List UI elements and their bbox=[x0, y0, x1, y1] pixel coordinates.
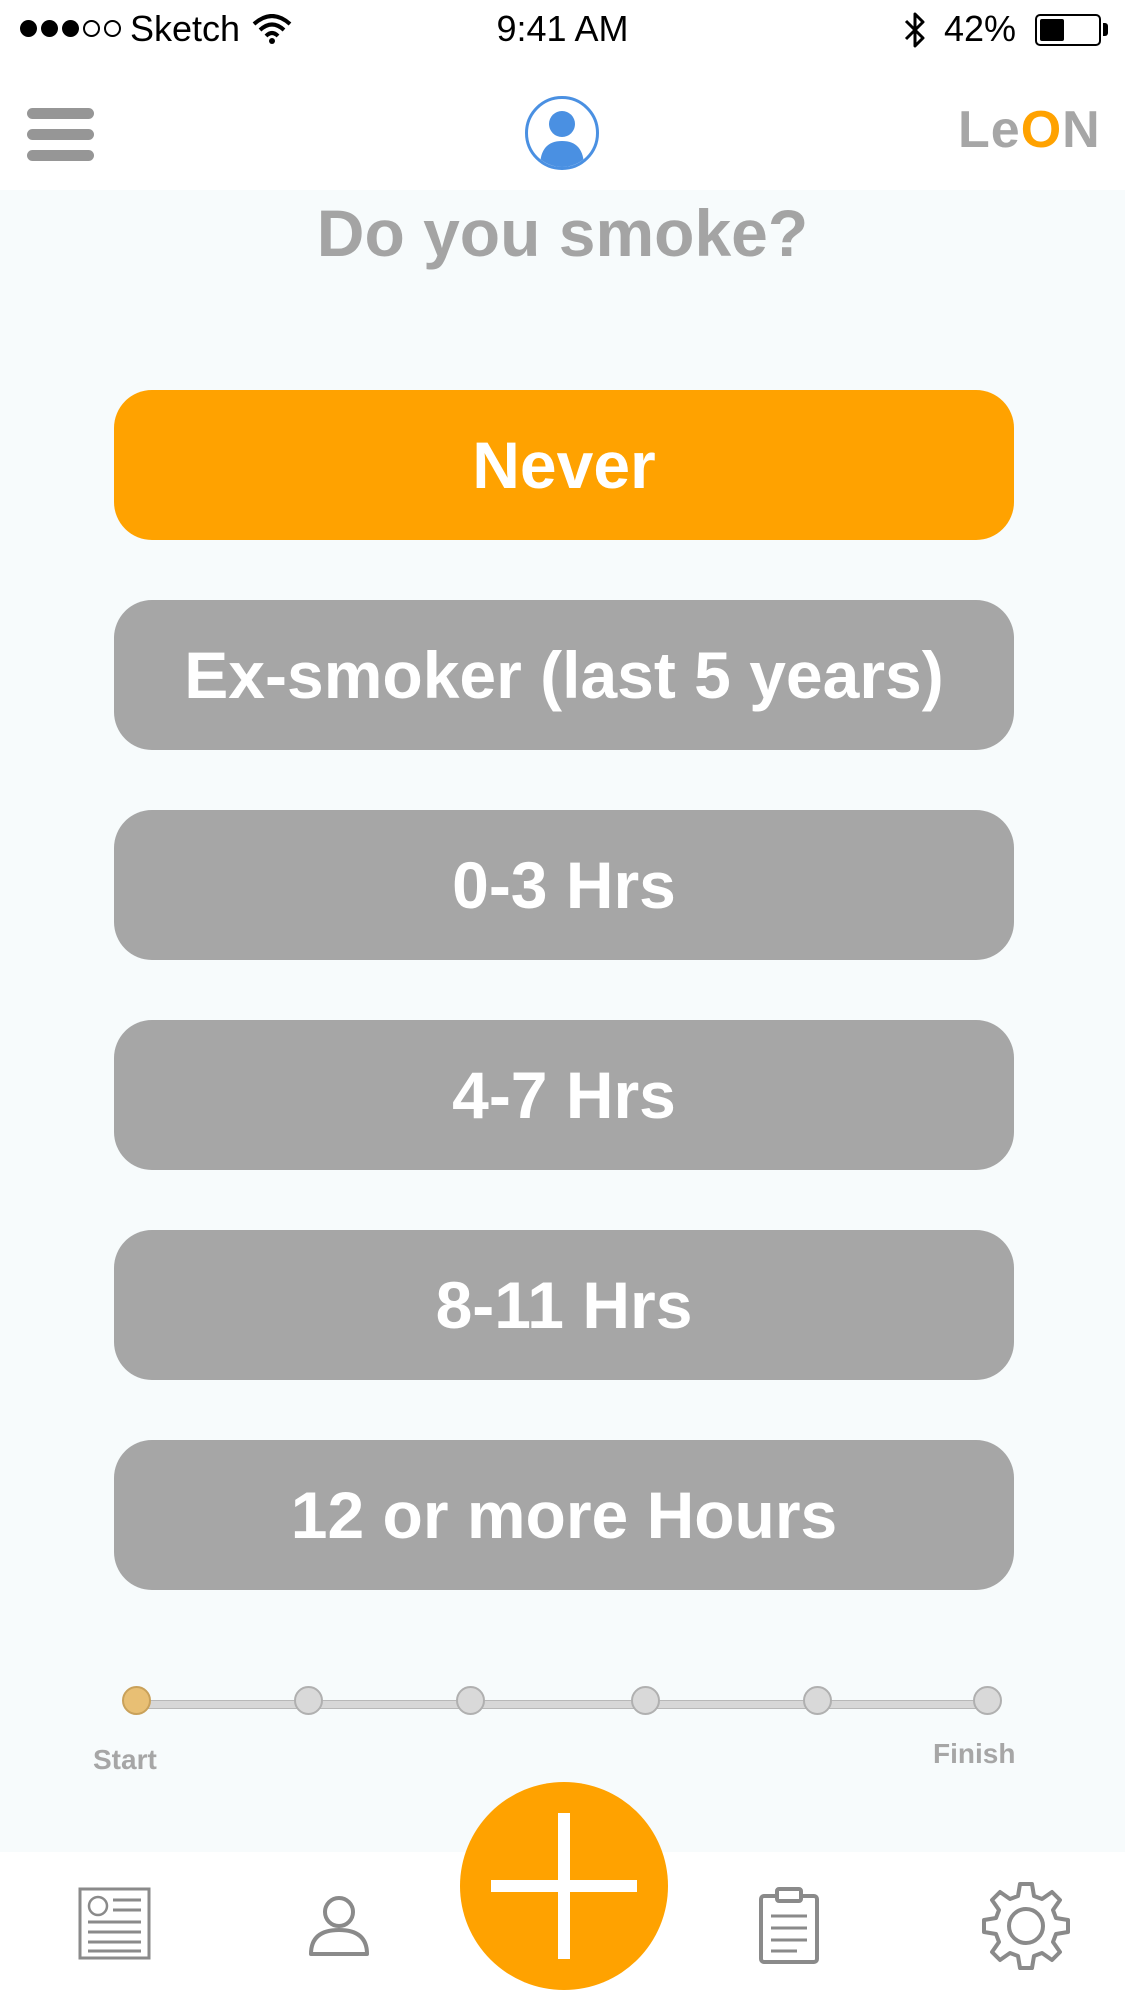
menu-icon[interactable] bbox=[27, 108, 94, 162]
battery-cap bbox=[1103, 23, 1108, 36]
battery-icon bbox=[1035, 14, 1101, 46]
gear-icon[interactable] bbox=[980, 1880, 1072, 1972]
add-button[interactable] bbox=[460, 1782, 668, 1990]
status-bar: Sketch 9:41 AM 42% bbox=[0, 0, 1125, 60]
progress-step-6 bbox=[973, 1686, 1002, 1715]
nav-bar: LeON bbox=[0, 60, 1125, 190]
progress-step-5 bbox=[803, 1686, 832, 1715]
option-label: 12 or more Hours bbox=[290, 1478, 838, 1552]
option-8-11-hrs-button[interactable]: 8-11 Hrs bbox=[114, 1230, 1014, 1380]
battery-percentage: 42% bbox=[944, 8, 1017, 49]
option-4-7-hrs-button[interactable]: 4-7 Hrs bbox=[114, 1020, 1014, 1170]
option-12-or-more-button[interactable]: 12 or more Hours bbox=[114, 1440, 1014, 1590]
avatar-icon[interactable] bbox=[525, 96, 599, 170]
plus-icon-vertical bbox=[558, 1813, 570, 1959]
clipboard-icon[interactable] bbox=[757, 1886, 821, 1966]
app-logo: LeON bbox=[958, 100, 1101, 160]
progress-step-3 bbox=[456, 1686, 485, 1715]
news-icon[interactable] bbox=[77, 1886, 152, 1961]
option-label: Never bbox=[472, 428, 656, 502]
progress-finish-label: Finish bbox=[933, 1738, 1016, 1769]
option-label: 8-11 Hrs bbox=[435, 1268, 693, 1342]
progress-start-label: Start bbox=[93, 1744, 157, 1775]
option-never-button[interactable]: Never bbox=[114, 390, 1014, 540]
option-label: 0-3 Hrs bbox=[452, 848, 676, 922]
progress-step-4 bbox=[631, 1686, 660, 1715]
question-title: Do you smoke? bbox=[316, 196, 809, 270]
progress-step-1 bbox=[122, 1686, 151, 1715]
option-0-3-hrs-button[interactable]: 0-3 Hrs bbox=[114, 810, 1014, 960]
option-label: 4-7 Hrs bbox=[452, 1058, 676, 1132]
option-ex-smoker-button[interactable]: Ex-smoker (last 5 years) bbox=[114, 600, 1014, 750]
logo-prefix: Le bbox=[958, 101, 1021, 159]
bluetooth-icon bbox=[904, 12, 925, 48]
logo-accent: O bbox=[1020, 101, 1063, 159]
logo-suffix: N bbox=[1062, 101, 1101, 159]
option-label: Ex-smoker (last 5 years) bbox=[184, 638, 944, 712]
progress-step-2 bbox=[294, 1686, 323, 1715]
progress-track bbox=[136, 1700, 988, 1709]
profile-icon[interactable] bbox=[305, 1892, 373, 1960]
person-silhouette-icon bbox=[540, 111, 584, 167]
